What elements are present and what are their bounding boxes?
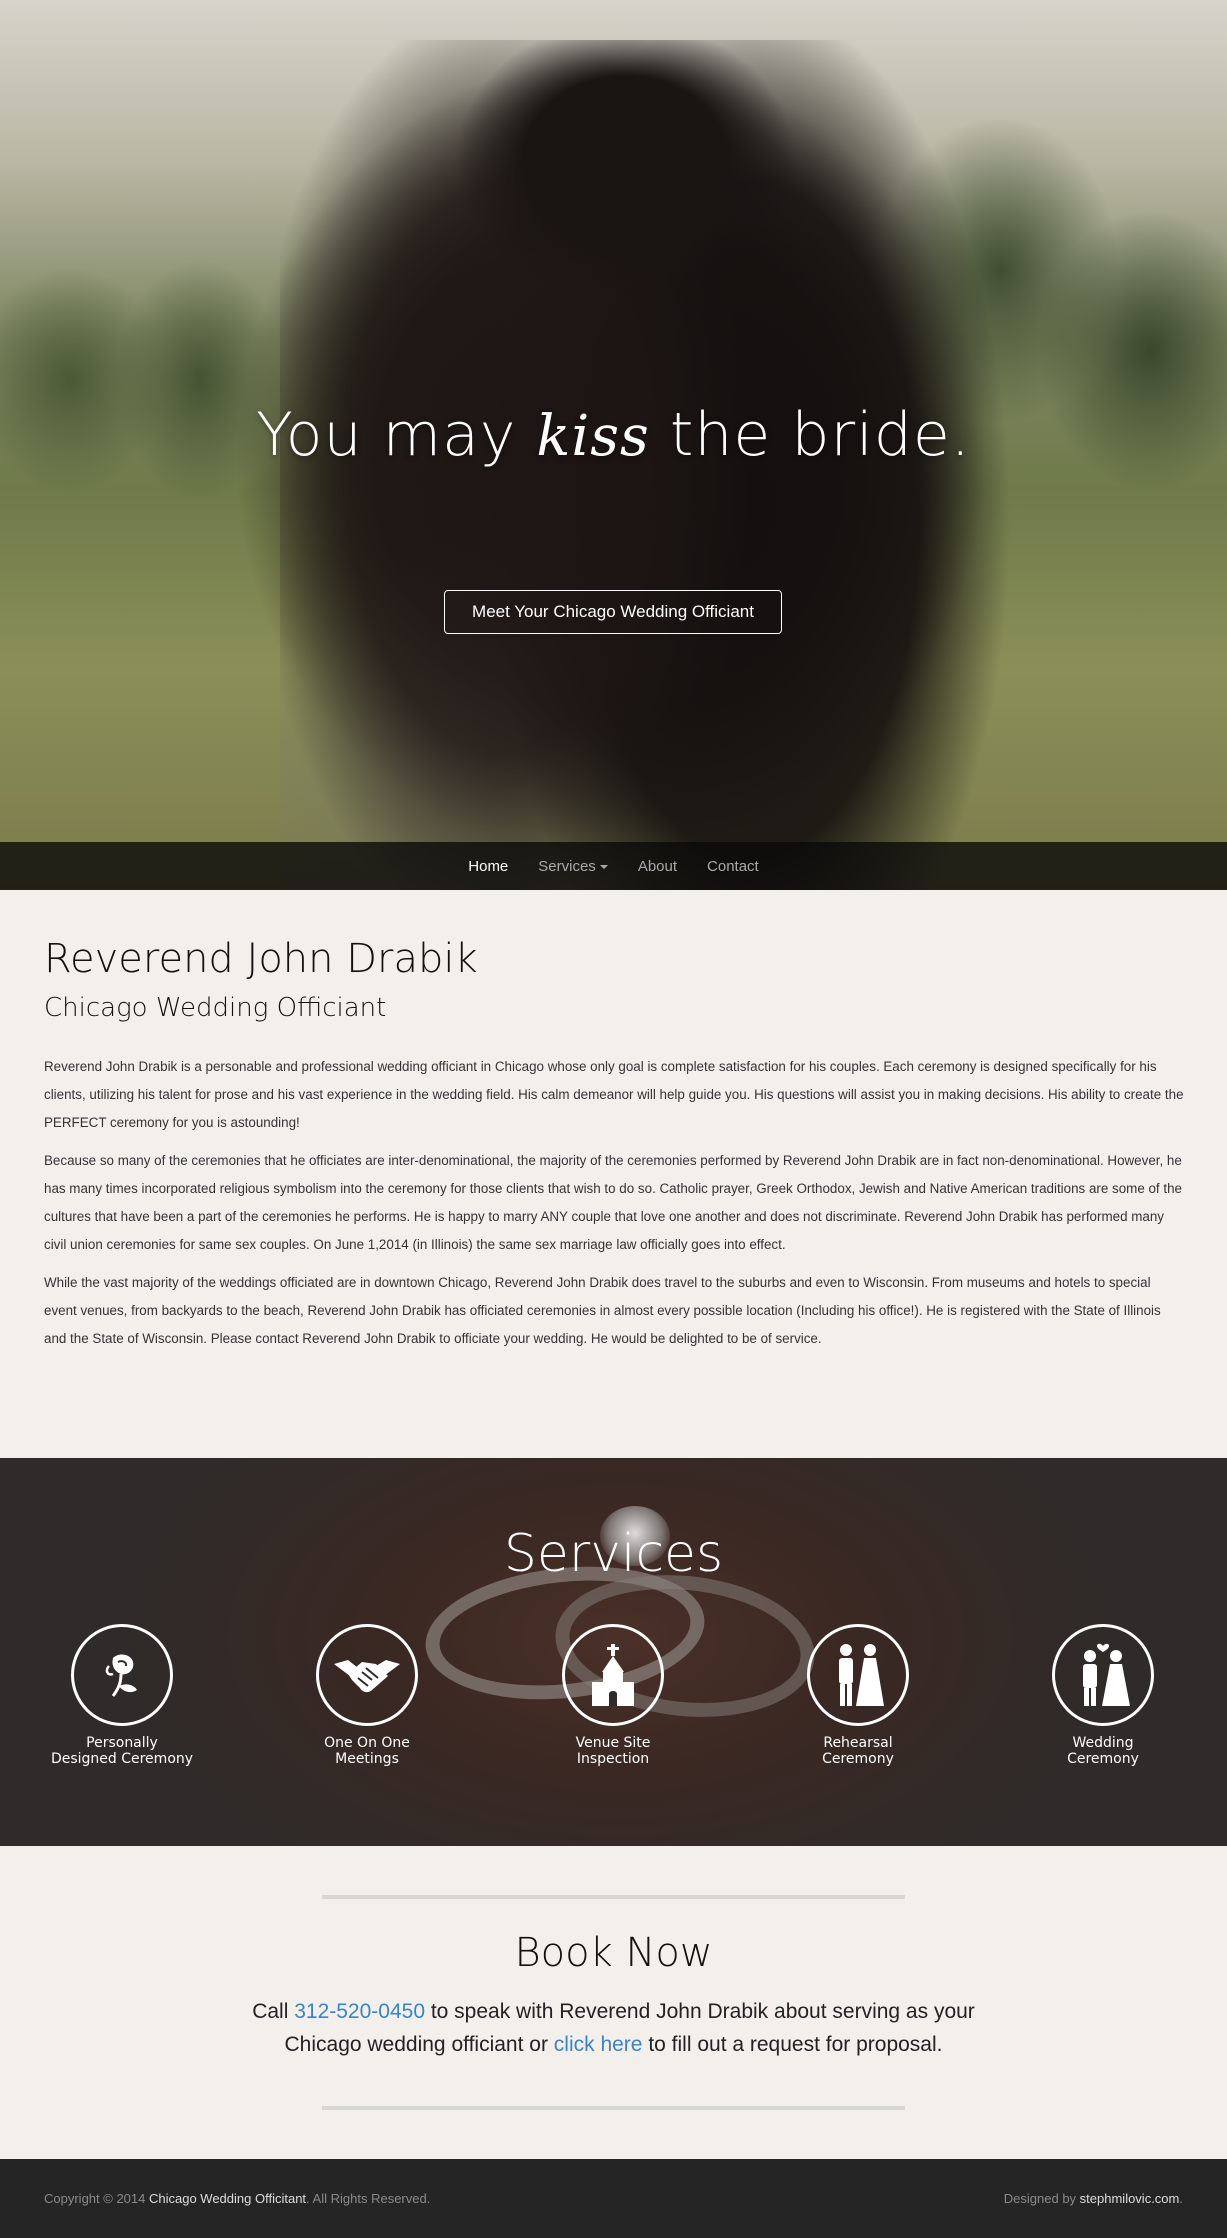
service-label-line: Designed Ceremony [50, 1751, 194, 1767]
service-personally-designed[interactable]: Personally Designed Ceremony [22, 1624, 222, 1767]
service-label: Venue Site Inspection [513, 1735, 713, 1767]
divider [322, 2106, 905, 2110]
footer-copyright: Copyright © 2014 Chicago Wedding Officit… [44, 2191, 430, 2206]
hero-title-after: the bride. [649, 400, 971, 470]
services-section: Services Personally Designed Ceremony One… [0, 1458, 1227, 1846]
couple-icon[interactable] [807, 1624, 909, 1726]
service-one-on-one[interactable]: One On One Meetings [267, 1624, 467, 1767]
nav-contact[interactable]: Contact [692, 858, 774, 875]
service-label-line: Venue Site [575, 1735, 651, 1751]
hero-title-kiss: kiss [536, 404, 650, 469]
service-label-line: One On One [324, 1735, 410, 1751]
site-name-link[interactable]: Chicago Wedding Officitant [149, 2191, 306, 2206]
service-label-line: Ceremony [822, 1751, 894, 1767]
about-section: Reverend John Drabik Chicago Wedding Off… [44, 935, 1184, 1353]
footer-designer: Designed by stephmilovic.com. [1004, 2191, 1183, 2206]
book-now-title: Book Now [514, 1930, 713, 1976]
designer-suffix: . [1179, 2191, 1183, 2206]
service-label: Wedding Ceremony [1003, 1735, 1203, 1767]
hero-title: You may kiss the bride. [0, 400, 1227, 470]
about-paragraph: Reverend John Drabik is a personable and… [44, 1059, 1184, 1130]
service-label: One On One Meetings [267, 1735, 467, 1767]
nav-home[interactable]: Home [453, 858, 523, 875]
about-subtitle: Chicago Wedding Officiant [44, 993, 387, 1023]
phone-link[interactable]: 312-520-0450 [294, 2000, 425, 2023]
about-paragraph: Because so many of the ceremonies that h… [44, 1153, 1182, 1252]
rights-text: . All Rights Reserved. [306, 2191, 431, 2206]
hero-section: You may kiss the bride. Meet Your Chicag… [0, 0, 1227, 890]
service-label-line: Wedding [1072, 1735, 1134, 1751]
service-label: Rehearsal Ceremony [758, 1735, 958, 1767]
nav-about[interactable]: About [623, 858, 692, 875]
services-title: Services [503, 1524, 724, 1584]
meet-officiant-button[interactable]: Meet Your Chicago Wedding Officiant [444, 590, 782, 634]
handshake-icon[interactable] [316, 1624, 418, 1726]
service-label-line: Inspection [576, 1751, 650, 1767]
service-label-line: Rehearsal [823, 1735, 893, 1751]
service-wedding-ceremony[interactable]: Wedding Ceremony [1003, 1624, 1203, 1767]
designed-by-text: Designed by [1003, 2191, 1080, 2206]
designer-link[interactable]: stephmilovic.com [1080, 2191, 1180, 2206]
rose-icon[interactable] [71, 1624, 173, 1726]
book-call-text: Call [252, 2000, 295, 2023]
main-navbar: Home Services About Contact [0, 842, 1227, 890]
copyright-text: Copyright © 2014 [44, 2191, 149, 2206]
caret-down-icon [599, 864, 608, 869]
nav-services-label: Services [538, 857, 596, 875]
chapel-icon[interactable] [562, 1624, 664, 1726]
divider [322, 1895, 905, 1899]
bride-groom-icon[interactable] [1052, 1624, 1154, 1726]
book-end-text: to fill out a request for proposal. [642, 2033, 943, 2056]
service-label-line: Meetings [335, 1751, 399, 1767]
book-now-text: Call 312-520-0450 to speak with Reverend… [240, 1995, 987, 2061]
request-proposal-link[interactable]: click here [554, 2033, 643, 2056]
service-venue-inspection[interactable]: Venue Site Inspection [513, 1624, 713, 1767]
service-label: Personally Designed Ceremony [22, 1735, 222, 1767]
service-rehearsal[interactable]: Rehearsal Ceremony [758, 1624, 958, 1767]
footer: Copyright © 2014 Chicago Wedding Officit… [0, 2159, 1227, 2238]
about-paragraph: While the vast majority of the weddings … [44, 1275, 1161, 1346]
service-label-line: Ceremony [1067, 1751, 1139, 1767]
nav-services[interactable]: Services [523, 858, 623, 875]
hero-title-before: You may [256, 400, 537, 470]
service-label-line: Personally [86, 1735, 158, 1751]
about-title: Reverend John Drabik [44, 936, 478, 982]
